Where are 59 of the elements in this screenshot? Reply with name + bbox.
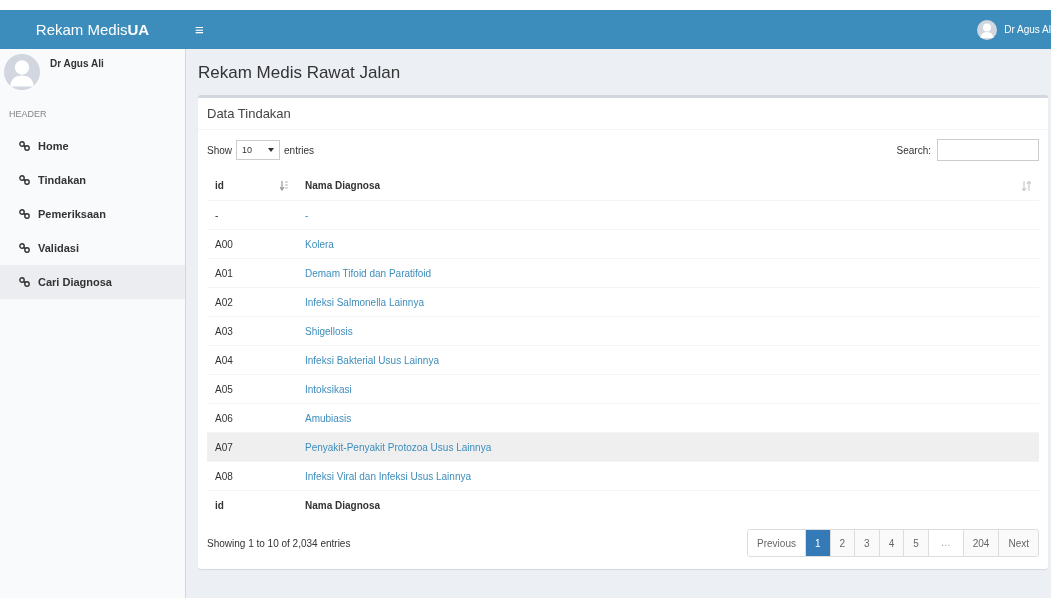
sort-icon[interactable]: [1022, 180, 1031, 191]
app-logo[interactable]: Rekam MedisUA: [0, 21, 185, 38]
search-field[interactable]: [937, 139, 1039, 161]
sidebar-item[interactable]: Cari Diagnosa: [0, 265, 185, 299]
diagnosis-link[interactable]: Amubiasis: [305, 412, 352, 424]
table-cell: A06: [215, 412, 233, 424]
show-label: Show: [207, 144, 232, 156]
diagnosis-link[interactable]: Demam Tifoid dan Paratifoid: [305, 267, 432, 279]
page-button[interactable]: 204: [962, 530, 999, 556]
section-label: HEADER: [8, 108, 48, 121]
page-button[interactable]: 2: [829, 530, 855, 556]
entries-select[interactable]: 10: [236, 140, 280, 160]
table-cell: A03: [215, 325, 233, 337]
diagnosis-link[interactable]: Infeksi Viral dan Infeksi Usus Lainnya: [305, 470, 471, 482]
table-cell: A00: [215, 238, 233, 250]
sidebar-item[interactable]: Tindakan: [0, 163, 185, 197]
page-title: Rekam Medis Rawat Jalan: [198, 62, 402, 84]
diagnosis-link[interactable]: Penyakit-Penyakit Protozoa Usus Lainnya: [305, 441, 492, 453]
search-label: Search:: [896, 144, 931, 156]
table-cell: -: [215, 209, 219, 221]
page-button[interactable]: 4: [878, 530, 904, 556]
diagnosis-link[interactable]: Infeksi Bakterial Usus Lainnya: [305, 354, 439, 366]
diagnosis-link[interactable]: Infeksi Salmonella Lainnya: [305, 296, 424, 308]
avatar-icon: [4, 54, 40, 90]
sort-icon[interactable]: [280, 180, 289, 191]
user-name: Dr Agus Ali: [50, 58, 104, 71]
avatar-icon: [977, 19, 998, 40]
page-button[interactable]: 3: [854, 530, 879, 556]
table-cell: A05: [215, 383, 233, 395]
link-icon: [19, 209, 30, 219]
entries-label: entries: [284, 144, 315, 156]
column-footer: id: [215, 499, 224, 511]
page-nav-button[interactable]: Next: [998, 530, 1038, 556]
link-icon: [19, 277, 30, 287]
table-cell: A08: [215, 470, 233, 482]
menu-icon[interactable]: ≡: [195, 21, 204, 38]
link-icon: [19, 175, 30, 185]
table-cell: A07: [215, 441, 233, 453]
sidebar-item[interactable]: Validasi: [0, 231, 185, 265]
entries-info: Showing 1 to 10 of 2,034 entries: [207, 537, 351, 549]
caret-icon: [268, 148, 274, 152]
table-cell: A01: [215, 267, 233, 279]
page-button[interactable]: 1: [804, 530, 830, 556]
diagnosis-link[interactable]: -: [305, 209, 309, 221]
column-header[interactable]: id: [215, 180, 224, 191]
diagnosis-link[interactable]: Kolera: [305, 238, 334, 250]
column-header[interactable]: Nama Diagnosa: [305, 180, 381, 191]
column-footer: Nama Diagnosa: [305, 499, 381, 511]
sidebar-item[interactable]: Home: [0, 129, 185, 163]
user-name[interactable]: Dr Agus Al: [1004, 24, 1051, 35]
link-icon: [19, 243, 30, 253]
diagnosis-link[interactable]: Intoksikasi: [305, 383, 352, 395]
table-cell: A04: [215, 354, 233, 366]
link-icon: [19, 141, 30, 151]
sidebar-item[interactable]: Pemeriksaan: [0, 197, 185, 231]
diagnosis-link[interactable]: Shigellosis: [305, 325, 353, 337]
card-title: Data Tindakan: [198, 98, 1048, 130]
table-cell: A02: [215, 296, 233, 308]
page-button[interactable]: 5: [903, 530, 928, 556]
